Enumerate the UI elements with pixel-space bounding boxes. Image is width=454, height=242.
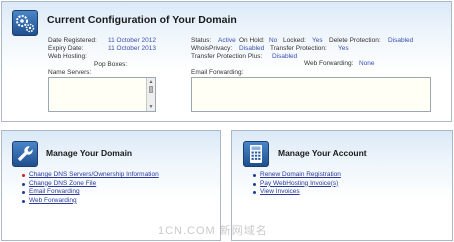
bullet-icon <box>253 191 256 195</box>
manage-domain-title: Manage Your Domain <box>46 148 133 158</box>
wrench-icon <box>12 141 38 167</box>
web-forwarding-link[interactable]: Web Forwarding <box>29 197 77 204</box>
name-servers-textarea[interactable]: ▲ ▼ <box>48 77 156 112</box>
configuration-title: Current Configuration of Your Domain <box>47 14 237 26</box>
change-dns-servers-link[interactable]: Change DNS Servers/Ownership Information <box>29 171 159 178</box>
calculator-icon <box>243 141 269 167</box>
transfer-protection-value: Yes <box>338 45 349 52</box>
bullet-icon <box>22 199 25 203</box>
gears-icon <box>12 10 38 36</box>
email-forwarding-textarea[interactable] <box>191 77 431 112</box>
manage-domain-links: Change DNS Servers/Ownership Information… <box>20 171 159 205</box>
pop-boxes-label: Pop Boxes: <box>94 61 128 68</box>
manage-account-title: Manage Your Account <box>278 148 367 158</box>
list-item: Email Forwarding <box>20 188 159 197</box>
renew-domain-link[interactable]: Renew Domain Registration <box>260 171 341 178</box>
view-invoices-link[interactable]: View Invoices <box>260 188 300 195</box>
bullet-icon <box>22 174 25 177</box>
list-item: Change DNS Servers/Ownership Information <box>20 171 159 180</box>
bullet-icon <box>253 182 256 186</box>
on-hold-label: On Hold: <box>239 37 265 44</box>
transfer-protection-plus-value: Disabled <box>272 53 298 60</box>
configuration-panel: Current Configuration of Your Domain Dat… <box>1 1 452 122</box>
pay-webhosting-invoice-link[interactable]: Pay WebHosting Invoice(s) <box>260 180 338 187</box>
web-hosting-label: Web Hosting: <box>48 53 87 60</box>
on-hold-value: No <box>269 37 278 44</box>
delete-protection-value: Disabled <box>388 37 414 44</box>
locked-value: Yes <box>312 37 323 44</box>
date-registered-value: 11 October 2012 <box>108 37 156 44</box>
list-item: Change DNS Zone File <box>20 180 159 189</box>
web-forwarding-value: None <box>359 60 375 67</box>
name-servers-label: Name Servers: <box>48 69 92 76</box>
change-dns-zone-file-link[interactable]: Change DNS Zone File <box>29 180 96 187</box>
list-item: Web Forwarding <box>20 197 159 206</box>
whois-privacy-label: WhoisPrivacy: <box>191 45 233 52</box>
whois-privacy-value: Disabled <box>239 45 265 52</box>
bullet-icon <box>22 182 25 186</box>
expiry-date-label: Expiry Date: <box>48 45 84 52</box>
email-forwarding-link[interactable]: Email Forwarding <box>29 188 80 195</box>
list-item: Pay WebHosting Invoice(s) <box>251 180 341 189</box>
manage-account-links: Renew Domain Registration Pay WebHosting… <box>251 171 341 197</box>
email-forwarding-label: Email Forwarding: <box>191 69 244 76</box>
name-servers-scrollbar[interactable]: ▲ ▼ <box>146 78 155 111</box>
bullet-icon <box>253 174 256 177</box>
web-forwarding-label: Web Forwarding: <box>304 60 354 67</box>
delete-protection-label: Delete Protection: <box>329 37 381 44</box>
transfer-protection-plus-label: Transfer Protection Plus: <box>191 53 263 60</box>
scroll-up-icon[interactable]: ▲ <box>148 79 154 85</box>
locked-label: Locked: <box>283 37 306 44</box>
transfer-protection-label: Transfer Protection: <box>270 45 327 52</box>
status-value: Active <box>218 37 236 44</box>
date-registered-label: Date Registered: <box>48 37 97 44</box>
bullet-icon <box>22 191 25 195</box>
list-item: Renew Domain Registration <box>251 171 341 180</box>
list-item: View Invoices <box>251 188 341 197</box>
expiry-date-value: 11 October 2013 <box>108 45 156 52</box>
scroll-down-icon[interactable]: ▼ <box>148 104 154 110</box>
watermark: 1CN.COM 新网域名 <box>158 225 268 237</box>
status-label: Status: <box>191 37 212 44</box>
scroll-thumb[interactable] <box>149 86 153 93</box>
